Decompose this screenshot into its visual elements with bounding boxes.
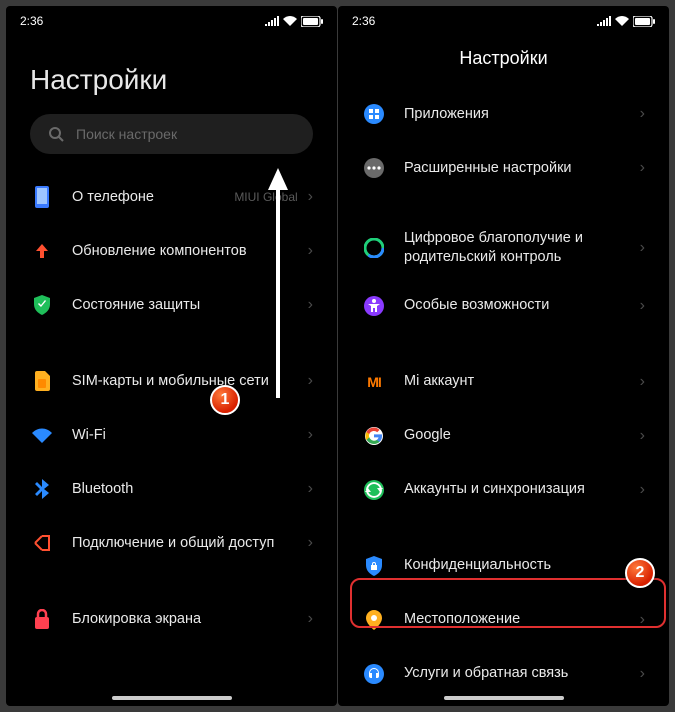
item-label: Подключение и общий доступ [72,534,308,553]
mi-icon: MI [367,374,381,390]
item-label: Конфиденциальность [404,556,640,575]
item-label: Местоположение [404,610,640,629]
status-bar: 2:36 [6,6,337,34]
item-mi-account[interactable]: MI Mi аккаунт › [348,355,659,409]
item-advanced[interactable]: Расширенные настройки › [348,141,659,195]
chevron-right-icon: › [640,239,645,257]
item-label: Состояние защиты [72,296,308,315]
item-label: Блокировка экрана [72,610,308,629]
privacy-shield-icon [365,556,383,576]
item-sim[interactable]: SIM-карты и мобильные сети › [16,354,327,408]
battery-icon [301,16,323,27]
phone-left: 2:36 Настройки Поиск настроек О телефоне… [6,6,337,706]
battery-icon [633,16,655,27]
wellbeing-icon [364,238,384,258]
item-label: Приложения [404,105,640,124]
step-badge-1: 1 [210,385,240,415]
chevron-right-icon: › [640,427,645,445]
chevron-right-icon: › [640,297,645,315]
item-label: Mi аккаунт [404,372,640,391]
item-bluetooth[interactable]: Bluetooth › [16,462,327,516]
item-label: Расширенные настройки [404,159,640,178]
chevron-right-icon: › [308,610,313,628]
share-icon [33,534,51,552]
phone-right: 2:36 Настройки Приложения › Расширенные … [338,6,669,706]
chevron-right-icon: › [308,296,313,314]
signal-icon [597,16,611,26]
item-wellbeing[interactable]: Цифровое благополучие и родительский кон… [348,217,659,279]
chevron-right-icon: › [308,372,313,390]
item-accessibility[interactable]: Особые возможности › [348,279,659,333]
item-label: Услуги и обратная связь [404,664,640,683]
lock-icon [34,609,50,629]
item-google[interactable]: Google › [348,409,659,463]
search-icon [48,126,64,142]
status-bar: 2:36 [338,6,669,34]
item-sync[interactable]: Аккаунты и синхронизация › [348,463,659,517]
chevron-right-icon: › [640,611,645,629]
item-label: Аккаунты и синхронизация [404,480,640,499]
item-connection[interactable]: Подключение и общий доступ › [16,516,327,570]
google-icon [365,427,383,445]
accessibility-icon [364,296,384,316]
item-label: Особые возможности [404,296,640,315]
item-security[interactable]: Состояние защиты › [16,278,327,332]
chevron-right-icon: › [640,105,645,123]
item-lockscreen[interactable]: Блокировка экрана › [16,592,327,646]
sim-icon [34,371,50,391]
item-label: О телефоне [72,188,234,207]
headset-icon [364,664,384,684]
phone-icon [33,186,51,208]
item-label: Обновление компонентов [72,242,308,261]
chevron-right-icon: › [308,188,313,206]
dots-icon [364,158,384,178]
chevron-right-icon: › [640,481,645,499]
page-title: Настройки [6,34,337,114]
status-icons [597,16,655,27]
step-badge-2: 2 [625,558,655,588]
item-wifi[interactable]: Wi-Fi › [16,408,327,462]
chevron-right-icon: › [640,373,645,391]
item-label: Bluetooth [72,480,308,499]
chevron-right-icon: › [308,480,313,498]
item-about-phone[interactable]: О телефоне MIUI Global › [16,170,327,224]
status-time: 2:36 [352,14,375,28]
wifi-icon [32,427,52,443]
nav-bar[interactable] [444,696,564,700]
item-apps[interactable]: Приложения › [348,87,659,141]
page-title: Настройки [338,34,669,87]
nav-bar[interactable] [112,696,232,700]
item-updates[interactable]: Обновление компонентов › [16,224,327,278]
status-time: 2:36 [20,14,43,28]
wifi-icon [283,16,297,26]
wifi-icon [615,16,629,26]
status-icons [265,16,323,27]
chevron-right-icon: › [640,159,645,177]
item-location[interactable]: Местоположение › [348,593,659,647]
upload-arrow-icon [33,242,51,260]
shield-icon [33,295,51,315]
bluetooth-icon [35,479,49,499]
chevron-right-icon: › [308,242,313,260]
item-feedback[interactable]: Услуги и обратная связь › [348,647,659,701]
location-pin-icon [366,610,382,630]
item-label: SIM-карты и мобильные сети [72,372,308,391]
item-label: Цифровое благополучие и родительский кон… [404,229,640,267]
signal-icon [265,16,279,26]
search-placeholder: Поиск настроек [76,126,177,142]
chevron-right-icon: › [308,426,313,444]
item-label: Wi-Fi [72,426,308,445]
sync-icon [364,480,384,500]
chevron-right-icon: › [640,665,645,683]
item-sub: MIUI Global [234,190,297,204]
item-privacy[interactable]: Конфиденциальность › [348,539,659,593]
chevron-right-icon: › [308,534,313,552]
search-input[interactable]: Поиск настроек [30,114,313,154]
apps-icon [364,104,384,124]
item-label: Google [404,426,640,445]
